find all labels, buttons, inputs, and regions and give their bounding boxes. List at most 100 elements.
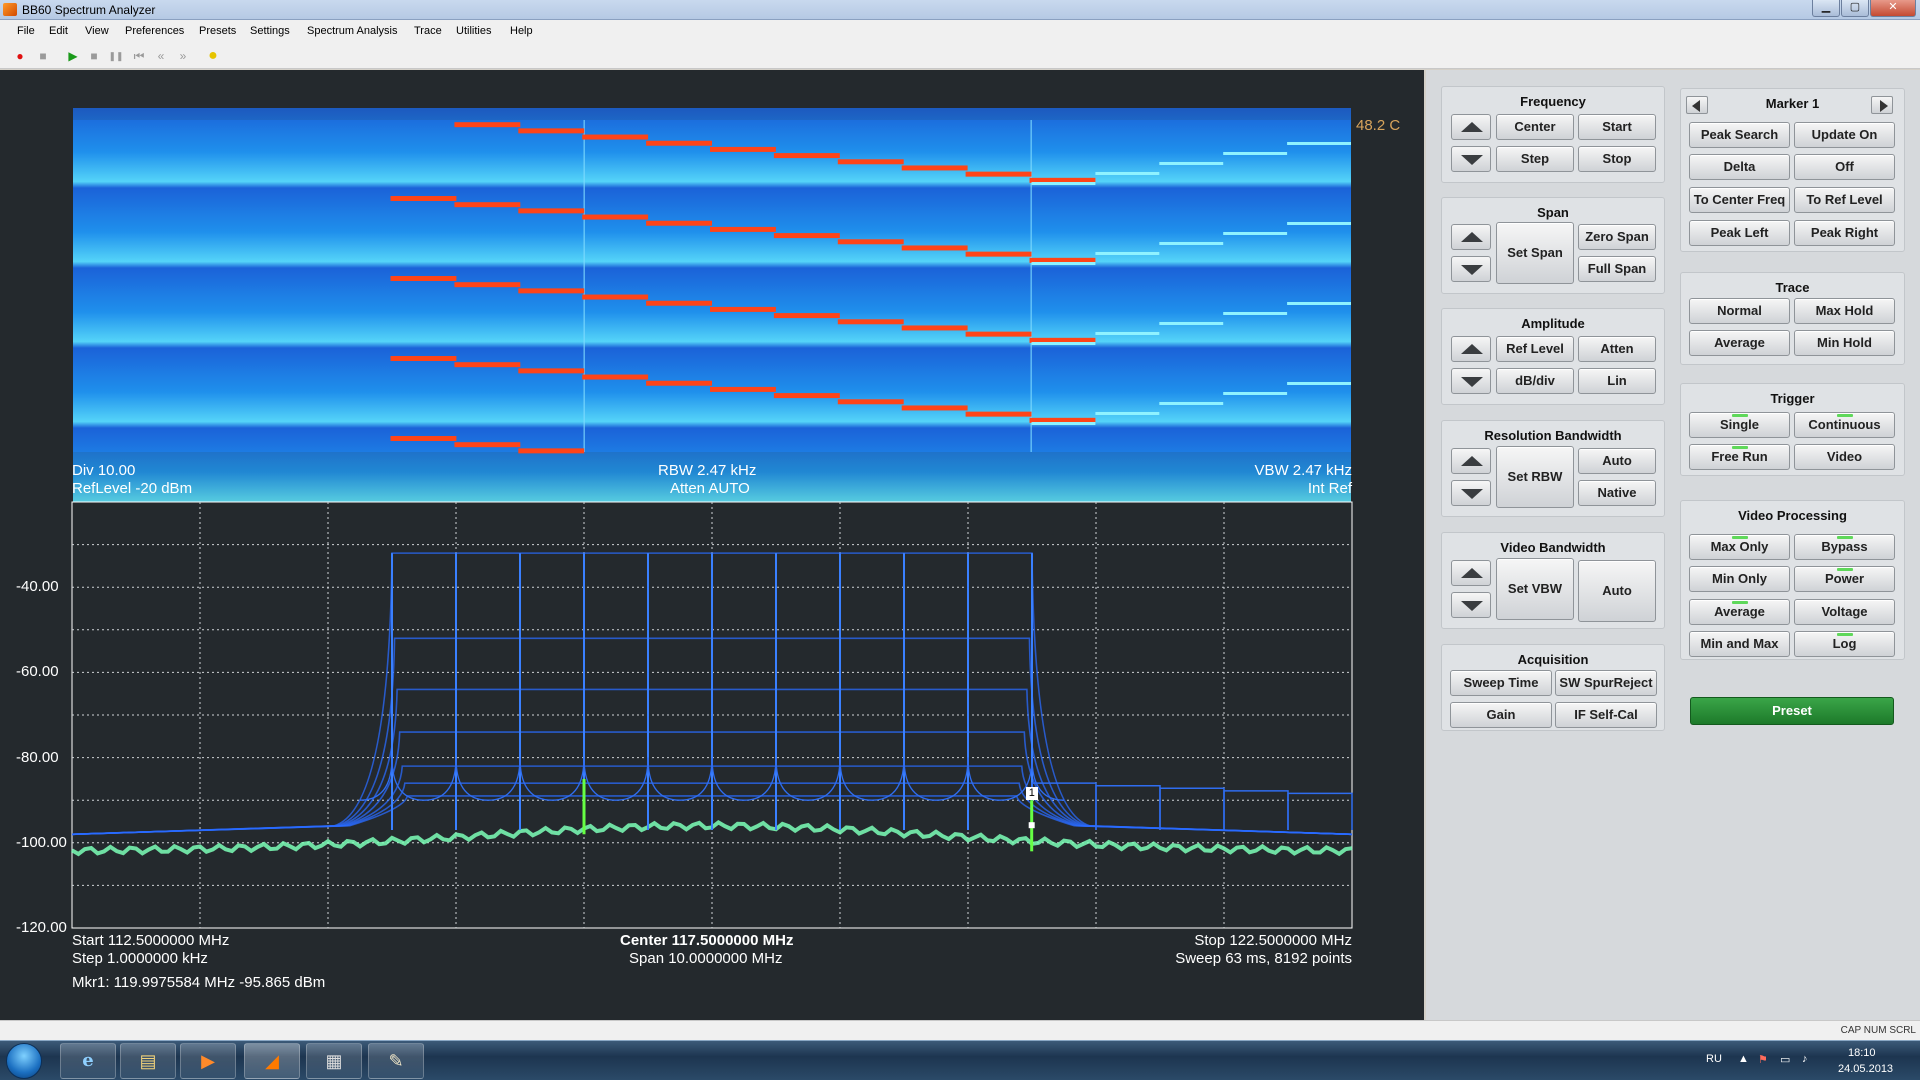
clock-date[interactable]: 24.05.2013 (1838, 1063, 1893, 1075)
preset-button[interactable]: Preset (1690, 697, 1894, 725)
trace-max-hold-button[interactable]: Max Hold (1794, 298, 1895, 324)
span-down-button[interactable] (1451, 256, 1491, 282)
marker-prev-button[interactable] (1686, 96, 1708, 114)
trace-normal-button[interactable]: Normal (1689, 298, 1790, 324)
lin-button[interactable]: Lin (1578, 368, 1656, 394)
close-button[interactable]: ✕ (1870, 0, 1916, 17)
play-icon[interactable]: ▶ (65, 48, 81, 64)
center-button[interactable]: Center (1496, 114, 1574, 140)
volume-icon[interactable]: ♪ (1802, 1053, 1808, 1065)
trigger-continuous-button[interactable]: Continuous (1794, 412, 1895, 438)
maximize-button[interactable]: ▢ (1841, 0, 1869, 17)
full-span-button[interactable]: Full Span (1578, 256, 1656, 282)
trigger-free-run-label: Free Run (1711, 449, 1768, 464)
marker-next-button[interactable] (1871, 96, 1893, 114)
plot-panel: 48.2 C Div 10.00 RefLevel -20 dBm RBW 2.… (0, 70, 1424, 1020)
vbw-up-button[interactable] (1451, 560, 1491, 586)
frequency-down-button[interactable] (1451, 146, 1491, 172)
menu-help[interactable]: Help (510, 25, 533, 37)
vp-max-only-button[interactable]: Max Only (1689, 534, 1790, 560)
record-icon[interactable]: ● (12, 48, 28, 64)
minimize-button[interactable]: ▁ (1812, 0, 1840, 17)
update-on-button[interactable]: Update On (1794, 122, 1895, 148)
paint-icon[interactable]: ✎ (368, 1043, 424, 1079)
device-manager-icon[interactable]: ▦ (306, 1043, 362, 1079)
vp-min-and-max-button[interactable]: Min and Max (1689, 631, 1790, 657)
folder-icon[interactable]: ▤ (120, 1043, 176, 1079)
indicator-light (1731, 414, 1748, 417)
vp-bypass-button[interactable]: Bypass (1794, 534, 1895, 560)
set-span-button[interactable]: Set Span (1496, 222, 1574, 284)
network-icon[interactable]: ▭ (1780, 1053, 1790, 1066)
menu-file[interactable]: File (17, 25, 35, 37)
delta-button[interactable]: Delta (1689, 154, 1790, 180)
menu-presets[interactable]: Presets (199, 25, 236, 37)
vp-average-button[interactable]: Average (1689, 599, 1790, 625)
calibration-icon[interactable]: ● (205, 48, 221, 64)
marker-point[interactable] (1028, 822, 1035, 829)
amplitude-down-button[interactable] (1451, 368, 1491, 394)
stop-icon[interactable]: ■ (86, 48, 102, 64)
ref-level-button[interactable]: Ref Level (1496, 336, 1574, 362)
menu-preferences[interactable]: Preferences (125, 25, 184, 37)
trigger-free-run-button[interactable]: Free Run (1689, 444, 1790, 470)
rbw-up-button[interactable] (1451, 448, 1491, 474)
fast-forward-icon[interactable]: » (175, 48, 191, 64)
arrow-up-icon (1461, 568, 1483, 578)
vbw-down-button[interactable] (1451, 592, 1491, 618)
marker-off-button[interactable]: Off (1794, 154, 1895, 180)
if-self-cal-button[interactable]: IF Self-Cal (1555, 702, 1657, 728)
set-rbw-button[interactable]: Set RBW (1496, 446, 1574, 508)
marker-label[interactable]: 1 (1025, 787, 1038, 801)
zero-span-button[interactable]: Zero Span (1578, 224, 1656, 250)
stop-button[interactable]: Stop (1578, 146, 1656, 172)
set-vbw-button[interactable]: Set VBW (1496, 558, 1574, 620)
vp-log-button[interactable]: Log (1794, 631, 1895, 657)
sw-spur-reject-button[interactable]: SW SpurReject (1555, 670, 1657, 696)
db-div-button[interactable]: dB/div (1496, 368, 1574, 394)
step-button[interactable]: Step (1496, 146, 1574, 172)
gain-button[interactable]: Gain (1450, 702, 1552, 728)
start-button[interactable]: Start (1578, 114, 1656, 140)
trace-average-button[interactable]: Average (1689, 330, 1790, 356)
vp-min-only-button[interactable]: Min Only (1689, 566, 1790, 592)
trigger-single-button[interactable]: Single (1689, 412, 1790, 438)
clock-time[interactable]: 18:10 (1848, 1047, 1876, 1059)
start-button[interactable] (6, 1043, 42, 1079)
trigger-video-button[interactable]: Video (1794, 444, 1895, 470)
menu-spectrum-analysis[interactable]: Spectrum Analysis (307, 25, 397, 37)
peak-search-button[interactable]: Peak Search (1689, 122, 1790, 148)
peak-right-button[interactable]: Peak Right (1794, 220, 1895, 246)
media-player-icon[interactable]: ▶ (180, 1043, 236, 1079)
vp-voltage-button[interactable]: Voltage (1794, 599, 1895, 625)
amplitude-up-button[interactable] (1451, 336, 1491, 362)
sweep-time-button[interactable]: Sweep Time (1450, 670, 1552, 696)
rbw-auto-button[interactable]: Auto (1578, 448, 1656, 474)
spectrum-analyzer-task-icon[interactable]: ◢ (244, 1043, 300, 1079)
vbw-auto-button[interactable]: Auto (1578, 560, 1656, 622)
show-hidden-icons-icon[interactable]: ▲ (1738, 1053, 1749, 1065)
native-button[interactable]: Native (1578, 480, 1656, 506)
arrow-right-icon (1880, 100, 1888, 112)
menu-edit[interactable]: Edit (49, 25, 68, 37)
frequency-up-button[interactable] (1451, 114, 1491, 140)
atten-button[interactable]: Atten (1578, 336, 1656, 362)
internet-explorer-icon[interactable]: e (60, 1043, 116, 1079)
trace-min-hold-button[interactable]: Min Hold (1794, 330, 1895, 356)
rbw-down-button[interactable] (1451, 480, 1491, 506)
pause-icon[interactable]: ❚❚ (108, 48, 124, 64)
previous-icon[interactable]: ⏮ (131, 48, 147, 64)
stop-recording-icon[interactable]: ■ (35, 48, 51, 64)
menu-utilities[interactable]: Utilities (456, 25, 491, 37)
menu-settings[interactable]: Settings (250, 25, 290, 37)
vp-power-button[interactable]: Power (1794, 566, 1895, 592)
peak-left-button[interactable]: Peak Left (1689, 220, 1790, 246)
to-center-freq-button[interactable]: To Center Freq (1689, 187, 1790, 213)
rewind-icon[interactable]: « (153, 48, 169, 64)
language-indicator[interactable]: RU (1706, 1053, 1722, 1065)
menu-view[interactable]: View (85, 25, 109, 37)
menu-trace[interactable]: Trace (414, 25, 442, 37)
to-ref-level-button[interactable]: To Ref Level (1794, 187, 1895, 213)
action-center-flag-icon[interactable]: ⚑ (1758, 1053, 1768, 1066)
span-up-button[interactable] (1451, 224, 1491, 250)
